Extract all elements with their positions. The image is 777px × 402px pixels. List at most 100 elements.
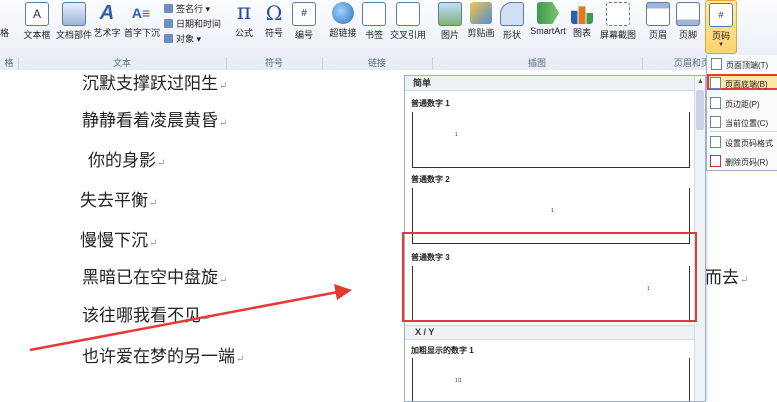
group-label-symbols: 符号: [226, 57, 323, 69]
paragraph-mark: ↵: [740, 275, 749, 286]
symbol-button[interactable]: Ω 符号: [262, 2, 286, 39]
calendar-icon: [164, 19, 173, 28]
page-number-preview: 1: [551, 208, 554, 214]
menu-item-bottom-of-page[interactable]: 页面底端(B): [710, 77, 768, 90]
chevron-down-icon: ▼: [718, 42, 724, 48]
line-text: 你的身影: [88, 151, 156, 171]
paragraph-mark: ↵: [219, 118, 228, 129]
page-margins-icon: [710, 97, 721, 109]
chart-button[interactable]: 图表: [570, 2, 594, 39]
screenshot-icon: [606, 2, 630, 26]
paragraph-mark: ↵: [149, 238, 158, 249]
group-label-cut: 格: [0, 57, 19, 69]
menu-item-label: 删除页码(R): [725, 158, 769, 167]
line-text: 该往哪我看不见: [82, 306, 201, 326]
screenshot-button[interactable]: 屏幕截图: [598, 2, 638, 41]
globe-icon: [332, 2, 354, 24]
wordart-button[interactable]: A 艺术字: [92, 2, 122, 39]
menu-item-format-page-numbers[interactable]: 设置页码格式: [710, 136, 773, 149]
gallery-item-title: 加粗显示的数字 1: [411, 346, 474, 355]
quick-parts-label: 文档部件: [55, 30, 92, 40]
object-button[interactable]: 对象 ▾: [164, 32, 201, 45]
quick-parts-button[interactable]: 文档部件: [55, 2, 93, 41]
datetime-label: 日期和时间: [176, 19, 222, 29]
menu-item-remove-page-numbers[interactable]: 删除页码(R): [710, 155, 768, 168]
pi-icon: π: [236, 0, 252, 25]
datetime-button[interactable]: 日期和时间: [164, 17, 221, 30]
textbox-icon: A: [25, 2, 49, 26]
hyperlink-label: 超链接: [329, 28, 357, 38]
page-number-button[interactable]: # 页码 ▼: [705, 0, 737, 54]
signature-line-button[interactable]: 签名行 ▾: [164, 2, 210, 15]
shapes-icon: [500, 2, 524, 26]
line-text: 慢慢下沉: [80, 231, 148, 251]
text-line: 静静看着凌晨黄昏↵: [82, 106, 227, 131]
text-line: 该往哪我看不见↵: [82, 301, 210, 326]
clipart-label: 剪贴画: [467, 28, 495, 38]
clipart-icon: [470, 2, 492, 24]
equation-button[interactable]: π 公式: [232, 2, 256, 39]
picture-button[interactable]: 图片: [438, 2, 462, 41]
quick-parts-icon: [62, 2, 86, 26]
menu-item-label: 当前位置(C): [725, 119, 769, 128]
menu-item-label: 设置页码格式: [725, 139, 773, 148]
selection-highlight: [402, 232, 697, 322]
text-line: 失去平衡↵: [80, 186, 157, 211]
number-label: 编号: [294, 30, 313, 40]
scroll-up-icon[interactable]: ▲: [697, 78, 704, 85]
paragraph-mark: ↵: [236, 354, 245, 365]
paragraph-mark: ↵: [219, 81, 228, 92]
ribbon-cut-label: 格: [0, 28, 10, 38]
footer-label: 页脚: [678, 30, 697, 40]
picture-label: 图片: [440, 30, 459, 40]
line-text: 也许爱在梦的另一端: [82, 347, 235, 367]
gallery-section-xy: X / Y: [405, 325, 704, 340]
header-button[interactable]: 页眉: [646, 2, 670, 41]
bookmark-button[interactable]: 书签: [362, 2, 386, 41]
scrollbar-thumb[interactable]: [696, 90, 704, 130]
equation-label: 公式: [234, 28, 253, 38]
symbol-label: 符号: [264, 28, 283, 38]
paragraph-mark: ↵: [219, 275, 228, 286]
paragraph-mark: ↵: [149, 198, 158, 209]
screenshot-label: 屏幕截图: [599, 30, 636, 40]
textbox-label: 文本框: [23, 30, 51, 40]
wordart-label: 艺术字: [93, 28, 121, 38]
cross-reference-label: 交叉引用: [389, 30, 426, 40]
chart-icon: [571, 2, 593, 24]
footer-button[interactable]: 页脚: [676, 2, 700, 41]
smartart-icon: [537, 2, 559, 24]
line-text: 静静看着凌晨黄昏: [82, 111, 218, 131]
text-line: 沉默支撑跃过阳生↵: [82, 69, 227, 94]
menu-item-top-of-page[interactable]: 页面顶端(T): [711, 58, 768, 71]
line-text: 沉默支撑跃过阳生: [82, 74, 218, 94]
smartart-button[interactable]: SmartArt: [528, 2, 568, 36]
dropcap-button[interactable]: A≡ 首字下沉: [124, 2, 160, 39]
menu-item-label: 页面顶端(T): [726, 61, 769, 70]
gallery-item-bold-number-1[interactable]: 1/1: [412, 358, 690, 401]
gallery-item-title: 普通数字 2: [411, 175, 450, 184]
group-label-links: 链接: [322, 57, 433, 69]
bookmark-label: 书签: [364, 30, 383, 40]
text-line: 慢慢下沉↵: [80, 226, 157, 251]
current-position-icon: [710, 116, 721, 128]
ribbon: 格 A 文本框 文档部件 A 艺术字 A≡ 首字下沉 签名行 ▾ 日期和时间 对…: [0, 0, 777, 71]
clipart-button[interactable]: 剪贴画: [466, 2, 496, 39]
shapes-button[interactable]: 形状: [500, 2, 524, 41]
shapes-label: 形状: [502, 30, 521, 40]
gallery-item-plain-number-1[interactable]: 1: [412, 112, 690, 168]
dropcap-icon: A≡: [131, 5, 151, 21]
paragraph-mark: ↵: [202, 313, 211, 324]
menu-item-current-position[interactable]: 当前位置(C): [710, 116, 768, 129]
signature-label: 签名行 ▾: [176, 4, 211, 14]
menu-item-page-margins[interactable]: 页边距(P): [710, 97, 760, 110]
cross-reference-button[interactable]: 交叉引用: [388, 2, 428, 41]
footer-icon: [676, 2, 700, 26]
number-button[interactable]: # 编号: [292, 2, 316, 41]
chart-label: 图表: [572, 28, 591, 38]
omega-icon: Ω: [265, 1, 283, 25]
hyperlink-button[interactable]: 超链接: [328, 2, 358, 39]
page-number-icon: #: [709, 3, 733, 27]
textbox-button[interactable]: A 文本框: [22, 2, 52, 41]
page-number-preview: 1: [455, 132, 458, 138]
